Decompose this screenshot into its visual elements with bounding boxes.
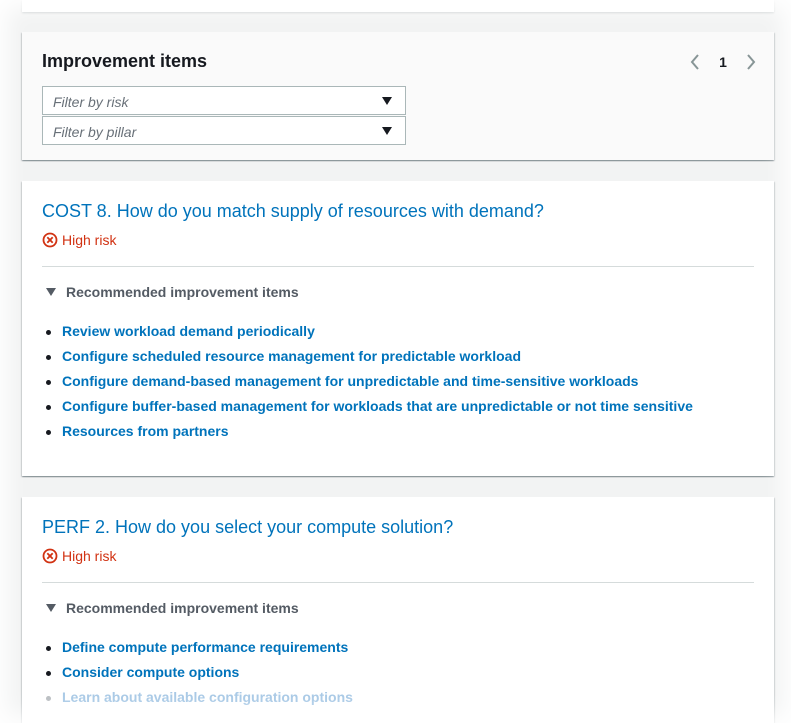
caret-down-icon [382,127,392,135]
improvement-item-list: Review workload demand periodically Conf… [44,323,693,448]
error-circle-icon [42,232,58,248]
bullet-icon [46,380,51,385]
list-item: Learn about available configuration opti… [44,689,353,714]
bullet-icon [46,355,51,360]
risk-label: High risk [62,548,117,564]
question-title-link[interactable]: PERF 2. How do you select your compute s… [42,517,453,538]
risk-badge: High risk [42,232,116,248]
bullet-icon [46,330,51,335]
bullet-icon [46,430,51,435]
pagination: 1 [686,52,760,72]
question-title-link[interactable]: COST 8. How do you match supply of resou… [42,201,544,222]
previous-card-edge [22,0,774,12]
list-item: Define compute performance requirements [44,639,353,664]
improvement-item-list: Define compute performance requirements … [44,639,353,714]
improvement-item-link[interactable]: Review workload demand periodically [62,323,315,339]
improvement-item-link[interactable]: Consider compute options [62,664,239,680]
caret-down-icon [382,97,392,105]
improvement-items-header: Improvement items 1 Filter by risk Filte… [22,32,774,160]
caret-down-icon [46,604,56,612]
improvement-item-link[interactable]: Configure buffer-based management for wo… [62,398,693,414]
question-card-perf-2: PERF 2. How do you select your compute s… [22,497,774,723]
divider [42,266,754,267]
next-page-button[interactable] [742,52,760,72]
chevron-left-icon [690,54,699,70]
list-item: Configure scheduled resource management … [44,348,693,373]
question-card-cost-8: COST 8. How do you match supply of resou… [22,181,774,476]
recommended-items-expander[interactable]: Recommended improvement items [46,284,299,300]
list-item: Consider compute options [44,664,353,689]
improvement-item-link[interactable]: Define compute performance requirements [62,639,348,655]
recommended-items-expander[interactable]: Recommended improvement items [46,600,299,616]
improvement-item-link[interactable]: Configure demand-based management for un… [62,373,638,389]
list-item: Configure buffer-based management for wo… [44,398,693,423]
current-page-number[interactable]: 1 [718,54,728,70]
error-circle-icon [42,548,58,564]
improvement-item-link[interactable]: Learn about available configuration opti… [62,689,353,705]
filter-by-risk-placeholder: Filter by risk [53,94,129,110]
chevron-right-icon [747,54,756,70]
caret-down-icon [46,288,56,296]
risk-badge: High risk [42,548,116,564]
expander-label: Recommended improvement items [66,600,299,616]
bullet-icon [46,671,51,676]
list-item: Review workload demand periodically [44,323,693,348]
improvement-item-link[interactable]: Configure scheduled resource management … [62,348,521,364]
previous-page-button[interactable] [686,52,704,72]
bullet-icon [46,405,51,410]
risk-label: High risk [62,232,117,248]
page: Improvement items 1 Filter by risk Filte… [0,0,791,723]
filter-by-pillar-placeholder: Filter by pillar [53,124,137,140]
bullet-icon [46,696,51,701]
expander-label: Recommended improvement items [66,284,299,300]
filter-by-risk-select[interactable]: Filter by risk [42,86,406,115]
filter-by-pillar-select[interactable]: Filter by pillar [42,116,406,145]
bullet-icon [46,646,51,651]
improvement-item-link[interactable]: Resources from partners [62,423,229,439]
divider [42,582,754,583]
list-item: Resources from partners [44,423,693,448]
list-item: Configure demand-based management for un… [44,373,693,398]
page-title: Improvement items [42,51,208,71]
